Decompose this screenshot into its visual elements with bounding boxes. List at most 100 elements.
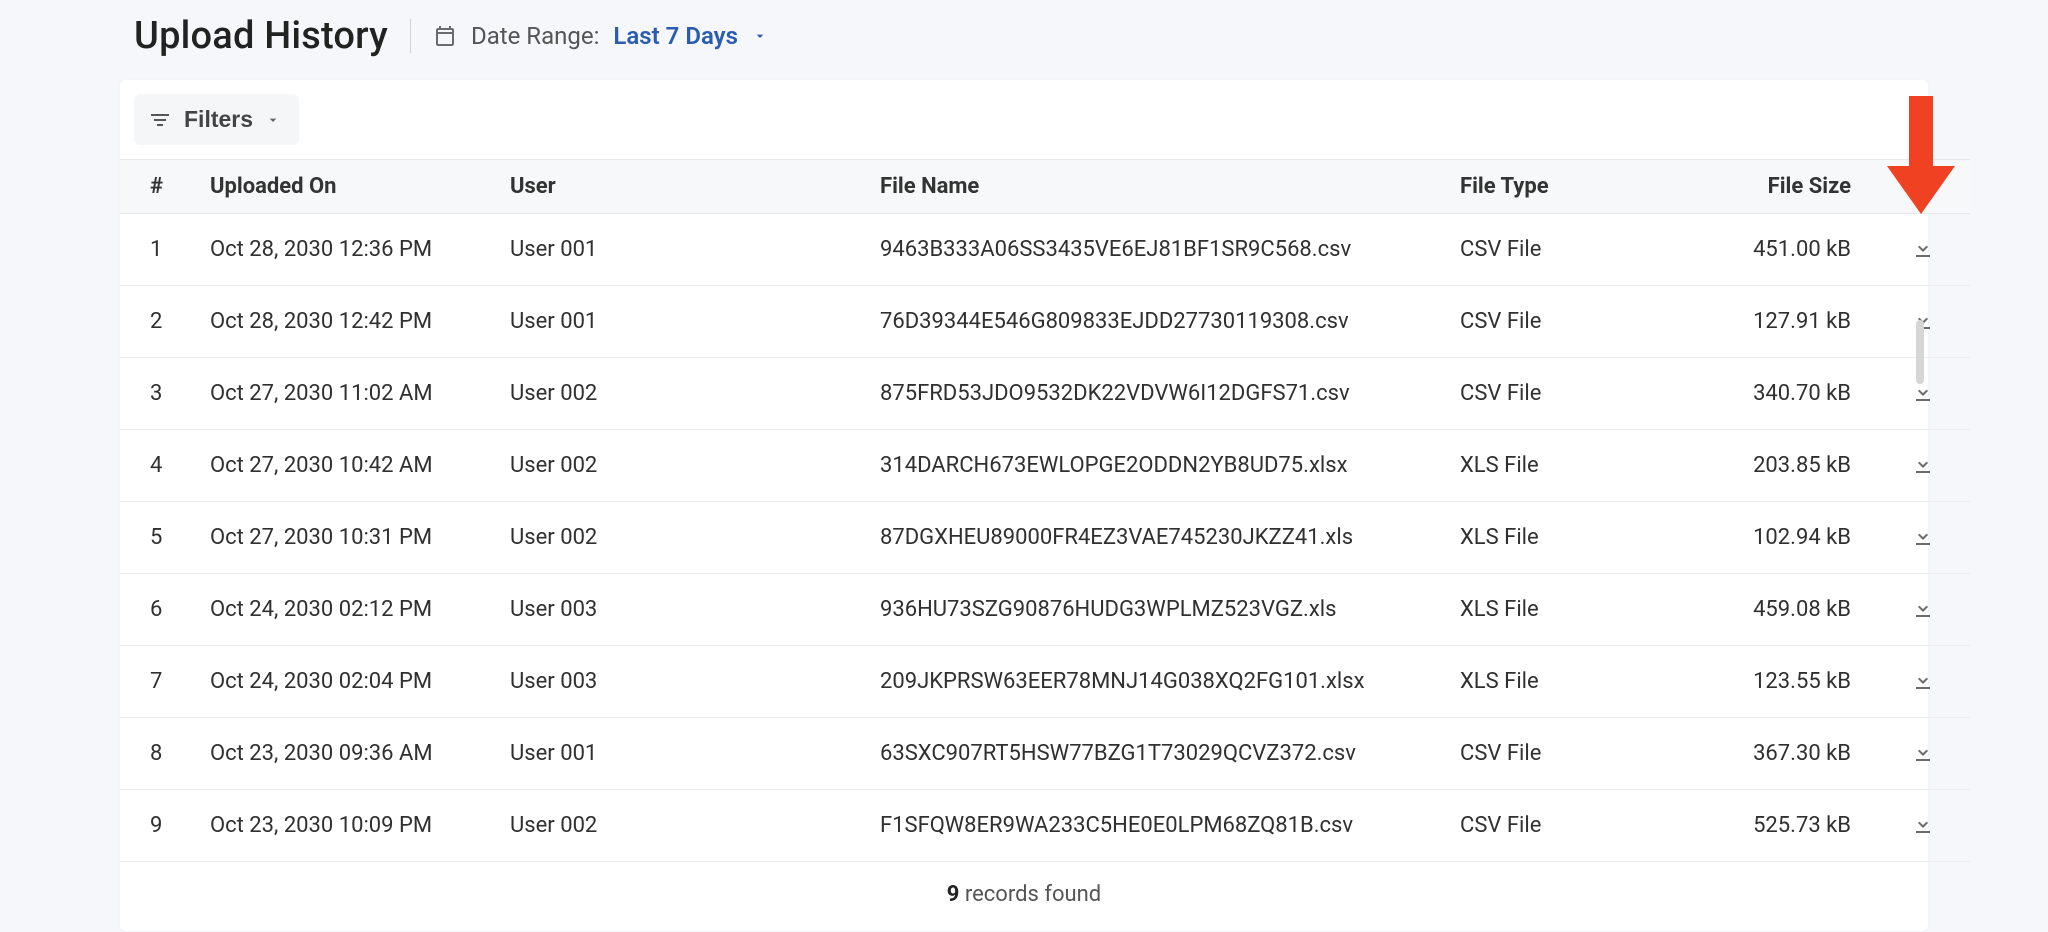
cell-file-type: CSV File [1450, 214, 1680, 286]
cell-download [1875, 790, 1970, 862]
cell-file-name: 314DARCH673EWLOPGE2ODDN2YB8UD75.xlsx [870, 430, 1450, 502]
date-range-picker[interactable]: Date Range: Last 7 Days [433, 22, 768, 50]
table-row: 1Oct 28, 2030 12:36 PMUser 0019463B333A0… [120, 214, 1970, 286]
cell-user: User 003 [500, 574, 870, 646]
divider [410, 19, 411, 53]
cell-uploaded-on: Oct 28, 2030 12:42 PM [200, 286, 500, 358]
download-icon [1911, 380, 1935, 404]
cell-user: User 002 [500, 502, 870, 574]
table-header-row: # Uploaded On User File Name File Type F… [120, 160, 1970, 214]
cell-number: 1 [120, 214, 200, 286]
download-button[interactable] [1907, 592, 1939, 627]
download-button[interactable] [1907, 664, 1939, 699]
cell-file-size: 367.30 kB [1680, 718, 1875, 790]
cell-number: 2 [120, 286, 200, 358]
cell-uploaded-on: Oct 23, 2030 10:09 PM [200, 790, 500, 862]
cell-user: User 002 [500, 790, 870, 862]
table-row: 2Oct 28, 2030 12:42 PMUser 00176D39344E5… [120, 286, 1970, 358]
cell-file-size: 340.70 kB [1680, 358, 1875, 430]
table-row: 7Oct 24, 2030 02:04 PMUser 003209JKPRSW6… [120, 646, 1970, 718]
cell-file-type: CSV File [1450, 286, 1680, 358]
download-icon [1911, 596, 1935, 620]
chevron-down-icon [752, 28, 768, 44]
column-user[interactable]: User [500, 160, 870, 214]
column-uploaded-on[interactable]: Uploaded On [200, 160, 500, 214]
table-row: 6Oct 24, 2030 02:12 PMUser 003936HU73SZG… [120, 574, 1970, 646]
cell-number: 9 [120, 790, 200, 862]
cell-file-size: 459.08 kB [1680, 574, 1875, 646]
cell-file-name: 63SXC907RT5HSW77BZG1T73029QCVZ372.csv [870, 718, 1450, 790]
cell-download [1875, 574, 1970, 646]
download-icon [1911, 236, 1935, 260]
cell-file-size: 203.85 kB [1680, 430, 1875, 502]
cell-file-size: 127.91 kB [1680, 286, 1875, 358]
cell-file-type: XLS File [1450, 646, 1680, 718]
cell-file-type: CSV File [1450, 718, 1680, 790]
cell-file-size: 525.73 kB [1680, 790, 1875, 862]
date-range-label: Date Range: [471, 22, 599, 50]
column-file-size[interactable]: File Size [1680, 160, 1875, 214]
filters-button[interactable]: Filters [134, 94, 299, 145]
table-row: 9Oct 23, 2030 10:09 PMUser 002F1SFQW8ER9… [120, 790, 1970, 862]
records-found: 9 records found [120, 862, 1928, 931]
cell-uploaded-on: Oct 27, 2030 10:31 PM [200, 502, 500, 574]
cell-file-type: XLS File [1450, 430, 1680, 502]
table-row: 4Oct 27, 2030 10:42 AMUser 002314DARCH67… [120, 430, 1970, 502]
column-download [1875, 160, 1970, 214]
cell-file-type: CSV File [1450, 790, 1680, 862]
column-number[interactable]: # [120, 160, 200, 214]
cell-file-name: 936HU73SZG90876HUDG3WPLMZ523VGZ.xls [870, 574, 1450, 646]
upload-history-card: Filters # Uploaded On User File Name Fil… [120, 80, 1928, 931]
cell-download [1875, 214, 1970, 286]
cell-user: User 001 [500, 214, 870, 286]
cell-number: 5 [120, 502, 200, 574]
download-button[interactable] [1907, 232, 1939, 267]
chevron-down-icon [265, 112, 281, 128]
download-button[interactable] [1907, 808, 1939, 843]
download-button[interactable] [1907, 448, 1939, 483]
cell-user: User 003 [500, 646, 870, 718]
cell-file-type: XLS File [1450, 502, 1680, 574]
cell-file-size: 451.00 kB [1680, 214, 1875, 286]
download-button[interactable] [1907, 520, 1939, 555]
cell-user: User 002 [500, 358, 870, 430]
column-file-name[interactable]: File Name [870, 160, 1450, 214]
download-button[interactable] [1907, 736, 1939, 771]
cell-number: 6 [120, 574, 200, 646]
cell-number: 7 [120, 646, 200, 718]
cell-user: User 001 [500, 718, 870, 790]
page-header: Upload History Date Range: Last 7 Days [120, 14, 1928, 80]
filters-bar: Filters [120, 80, 1928, 159]
page-title: Upload History [134, 14, 388, 58]
table-row: 5Oct 27, 2030 10:31 PMUser 00287DGXHEU89… [120, 502, 1970, 574]
cell-number: 4 [120, 430, 200, 502]
download-icon [1911, 524, 1935, 548]
filter-icon [148, 108, 172, 132]
scrollbar-thumb[interactable] [1916, 320, 1924, 384]
cell-download [1875, 718, 1970, 790]
cell-file-type: CSV File [1450, 358, 1680, 430]
cell-download [1875, 430, 1970, 502]
cell-file-size: 102.94 kB [1680, 502, 1875, 574]
table-row: 8Oct 23, 2030 09:36 AMUser 00163SXC907RT… [120, 718, 1970, 790]
download-icon [1911, 812, 1935, 836]
column-file-type[interactable]: File Type [1450, 160, 1680, 214]
cell-number: 8 [120, 718, 200, 790]
cell-file-name: F1SFQW8ER9WA233C5HE0E0LPM68ZQ81B.csv [870, 790, 1450, 862]
cell-user: User 002 [500, 430, 870, 502]
table-row: 3Oct 27, 2030 11:02 AMUser 002875FRD53JD… [120, 358, 1970, 430]
download-icon [1911, 452, 1935, 476]
calendar-icon [433, 24, 457, 48]
cell-uploaded-on: Oct 27, 2030 10:42 AM [200, 430, 500, 502]
download-icon [1911, 740, 1935, 764]
cell-file-name: 875FRD53JDO9532DK22VDVW6I12DGFS71.csv [870, 358, 1450, 430]
cell-uploaded-on: Oct 27, 2030 11:02 AM [200, 358, 500, 430]
cell-file-name: 209JKPRSW63EER78MNJ14G038XQ2FG101.xlsx [870, 646, 1450, 718]
cell-uploaded-on: Oct 24, 2030 02:04 PM [200, 646, 500, 718]
cell-download [1875, 502, 1970, 574]
download-icon [1911, 668, 1935, 692]
cell-file-name: 87DGXHEU89000FR4EZ3VAE745230JKZZ41.xls [870, 502, 1450, 574]
cell-file-name: 76D39344E546G809833EJDD27730119308.csv [870, 286, 1450, 358]
cell-uploaded-on: Oct 28, 2030 12:36 PM [200, 214, 500, 286]
cell-file-name: 9463B333A06SS3435VE6EJ81BF1SR9C568.csv [870, 214, 1450, 286]
